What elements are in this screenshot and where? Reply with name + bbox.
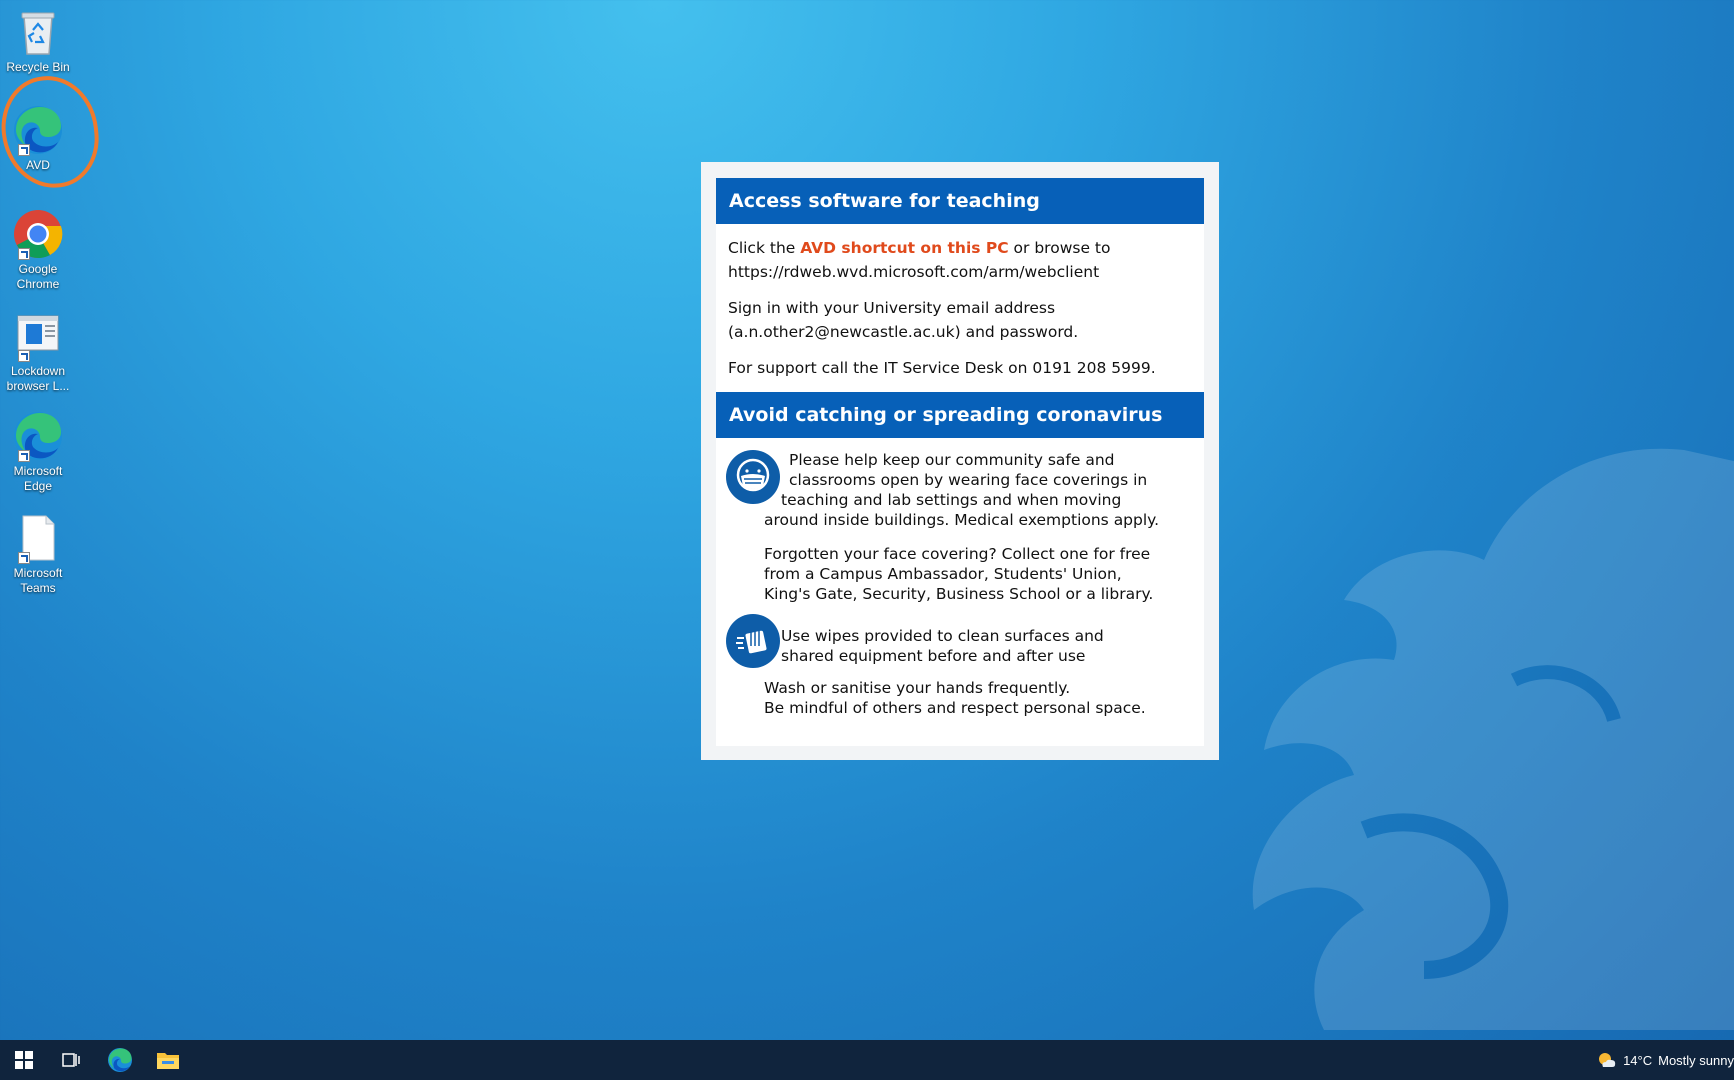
desktop-icon-label: Microsoft Edge <box>13 464 63 493</box>
desktop-icon-recycle-bin[interactable]: Recycle Bin <box>0 6 76 75</box>
desktop-icon-avd[interactable]: AVD <box>0 104 76 173</box>
coronavirus-body: Please help keep our community safe and … <box>716 438 1204 720</box>
edge-icon <box>12 104 64 156</box>
signin-line: (a.n.other2@newcastle.ac.uk) and passwor… <box>728 323 1079 341</box>
notice-content: Access software for teaching Click the A… <box>716 178 1204 746</box>
taskbar-file-explorer-button[interactable] <box>144 1040 192 1080</box>
hygiene-line: Wash or sanitise your hands frequently. <box>764 679 1071 697</box>
lion-watermark <box>1252 448 1734 1030</box>
edge-icon <box>12 410 64 462</box>
desktop-icon-label: Google Chrome <box>16 262 60 291</box>
avd-shortcut-highlight: AVD shortcut on this PC <box>800 239 1009 257</box>
desktop-icon-label: AVD <box>26 158 50 172</box>
weather-widget[interactable]: 14°C Mostly sunny <box>1597 1050 1734 1070</box>
system-tray: 14°C Mostly sunny <box>1597 1040 1734 1080</box>
partly-sunny-icon <box>1599 1053 1616 1067</box>
start-button[interactable] <box>0 1040 48 1080</box>
desktop-icon-label: Recycle Bin <box>6 60 70 74</box>
section-heading-access-software: Access software for teaching <box>716 178 1204 224</box>
wallpaper-notice-panel: Access software for teaching Click the A… <box>701 162 1219 760</box>
chrome-icon <box>12 208 64 260</box>
weather-temperature: 14°C <box>1623 1052 1653 1068</box>
weather-description: Mostly sunny <box>1658 1052 1734 1068</box>
mask-line: classrooms open by wearing face covering… <box>789 471 1148 489</box>
shortcut-arrow-icon <box>18 248 30 260</box>
shortcut-arrow-icon <box>18 450 30 462</box>
wipes-line: Use wipes provided to clean surfaces and <box>781 627 1104 645</box>
mask-line: around inside buildings. Medical exempti… <box>764 511 1160 529</box>
desktop-icon-lockdown-browser[interactable]: Lockdown browser L... <box>0 310 76 394</box>
hygiene-line: Be mindful of others and respect persona… <box>764 699 1146 717</box>
face-covering-line: from a Campus Ambassador, Students' Unio… <box>764 565 1122 583</box>
signin-line: Sign in with your University email addre… <box>728 299 1056 317</box>
signin-instruction: Sign in with your University email addre… <box>728 296 1192 344</box>
folder-icon <box>157 1053 179 1069</box>
instruction-text: Click the <box>728 239 801 257</box>
wipes-line: shared equipment before and after use <box>781 647 1086 665</box>
instruction-text: or browse to <box>1008 239 1111 257</box>
taskbar-edge-button[interactable] <box>96 1040 144 1080</box>
support-info: For support call the IT Service Desk on … <box>728 359 1156 377</box>
face-mask-icon <box>726 450 780 504</box>
task-view-button[interactable] <box>48 1040 96 1080</box>
desktop-icon-microsoft-teams[interactable]: Microsoft Teams <box>0 512 76 596</box>
lockdown-browser-icon <box>12 310 64 362</box>
face-covering-line: King's Gate, Security, Business School o… <box>764 585 1154 603</box>
avd-instruction: Click the AVD shortcut on this PC or bro… <box>728 236 1192 284</box>
desktop-icon-label: Microsoft Teams <box>13 566 63 595</box>
shortcut-arrow-icon <box>18 350 30 362</box>
taskbar: 14°C Mostly sunny <box>0 1040 1734 1080</box>
mask-line: teaching and lab settings and when movin… <box>781 491 1122 509</box>
desktop-icon-label: Lockdown browser L... <box>6 364 70 393</box>
mask-line: Please help keep our community safe and <box>789 451 1115 469</box>
wipes-icon <box>726 614 780 668</box>
shortcut-arrow-icon <box>18 552 30 564</box>
webclient-url: https://rdweb.wvd.microsoft.com/arm/webc… <box>728 263 1100 281</box>
edge-icon <box>108 1048 132 1072</box>
task-view-icon <box>62 1053 80 1067</box>
shortcut-arrow-icon <box>18 144 30 156</box>
face-covering-line: Forgotten your face covering? Collect on… <box>764 545 1151 563</box>
desktop-icon-microsoft-edge[interactable]: Microsoft Edge <box>0 410 76 494</box>
desktop-icon-google-chrome[interactable]: Google Chrome <box>0 208 76 292</box>
recycle-bin-icon <box>12 6 64 58</box>
windows-logo-icon <box>15 1051 33 1069</box>
blank-document-icon <box>12 512 64 564</box>
section-heading-coronavirus: Avoid catching or spreading coronavirus <box>716 392 1204 438</box>
access-software-body: Click the AVD shortcut on this PC or bro… <box>716 224 1204 392</box>
